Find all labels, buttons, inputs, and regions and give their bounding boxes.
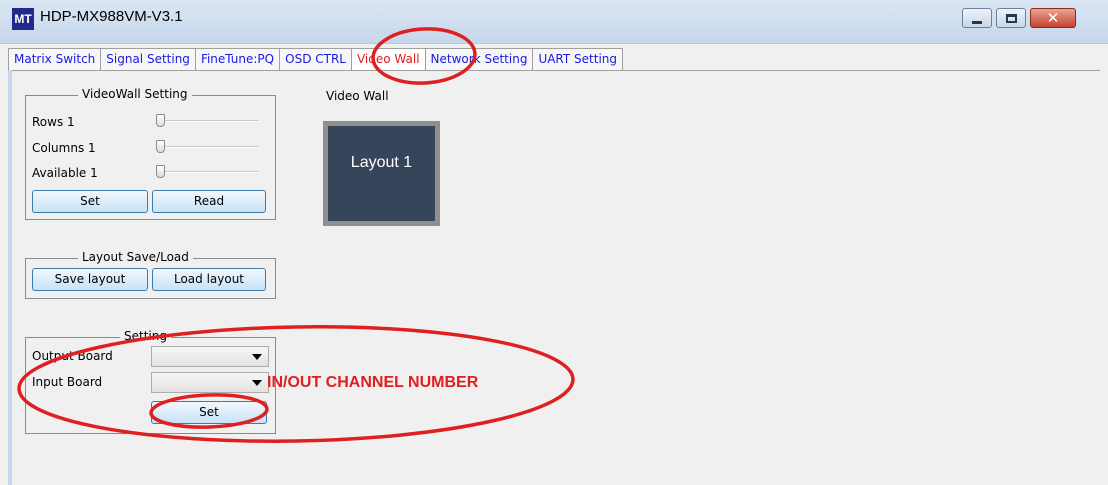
input-board-select[interactable] xyxy=(151,372,269,393)
columns-slider[interactable] xyxy=(156,140,258,154)
input-board-chevron-down-icon xyxy=(252,380,262,386)
output-board-select[interactable] xyxy=(151,346,269,367)
close-icon: ✕ xyxy=(1046,9,1060,27)
layout-label: Layout 1 xyxy=(328,126,435,221)
title-bar: MT HDP-MX988VM-V3.1 ✕ xyxy=(0,0,1108,44)
minimize-button[interactable] xyxy=(962,8,992,28)
available-slider-thumb[interactable] xyxy=(156,165,165,178)
tab-divider xyxy=(8,70,1100,71)
minimize-icon xyxy=(972,20,982,24)
setting-title: Setting xyxy=(120,329,171,343)
window-left-edge xyxy=(8,70,12,485)
columns-label: Columns 1 xyxy=(32,141,96,155)
maximize-icon xyxy=(1005,13,1017,23)
tab-bar: Matrix Switch Signal Setting FineTune:PQ… xyxy=(8,48,624,70)
save-layout-button[interactable]: Save layout xyxy=(32,268,148,291)
available-label: Available 1 xyxy=(32,166,98,180)
tab-osd-ctrl[interactable]: OSD CTRL xyxy=(279,48,352,70)
rows-label: Rows 1 xyxy=(32,115,75,129)
layout-save-load-title: Layout Save/Load xyxy=(78,250,193,264)
app-logo-icon: MT xyxy=(12,8,34,30)
tab-video-wall[interactable]: Video Wall xyxy=(350,48,426,70)
load-layout-button[interactable]: Load layout xyxy=(152,268,266,291)
rows-slider-thumb[interactable] xyxy=(156,114,165,127)
video-wall-title: Video Wall xyxy=(326,89,389,103)
tab-network-setting[interactable]: Network Setting xyxy=(424,48,534,70)
close-button[interactable]: ✕ xyxy=(1030,8,1076,28)
columns-slider-track xyxy=(156,146,258,148)
videowall-read-button[interactable]: Read xyxy=(152,190,266,213)
videowall-setting-title: VideoWall Setting xyxy=(78,87,192,101)
window-title: HDP-MX988VM-V3.1 xyxy=(40,8,183,25)
columns-slider-thumb[interactable] xyxy=(156,140,165,153)
layout-tile[interactable]: Layout 1 xyxy=(323,121,440,226)
input-board-label: Input Board xyxy=(32,375,103,389)
annotation-text: IN/OUT CHANNEL NUMBER xyxy=(267,374,479,391)
tab-uart-setting[interactable]: UART Setting xyxy=(532,48,624,70)
videowall-set-button[interactable]: Set xyxy=(32,190,148,213)
maximize-button[interactable] xyxy=(996,8,1026,28)
tab-signal-setting[interactable]: Signal Setting xyxy=(100,48,196,70)
rows-slider[interactable] xyxy=(156,114,258,128)
output-board-chevron-down-icon xyxy=(252,354,262,360)
tab-matrix-switch[interactable]: Matrix Switch xyxy=(8,48,102,70)
setting-set-button[interactable]: Set xyxy=(151,401,267,424)
rows-slider-track xyxy=(156,120,258,122)
available-slider[interactable] xyxy=(156,165,258,179)
available-slider-track xyxy=(156,171,258,173)
tab-finetune-pq[interactable]: FineTune:PQ xyxy=(194,48,281,70)
output-board-label: Output Board xyxy=(32,349,113,363)
